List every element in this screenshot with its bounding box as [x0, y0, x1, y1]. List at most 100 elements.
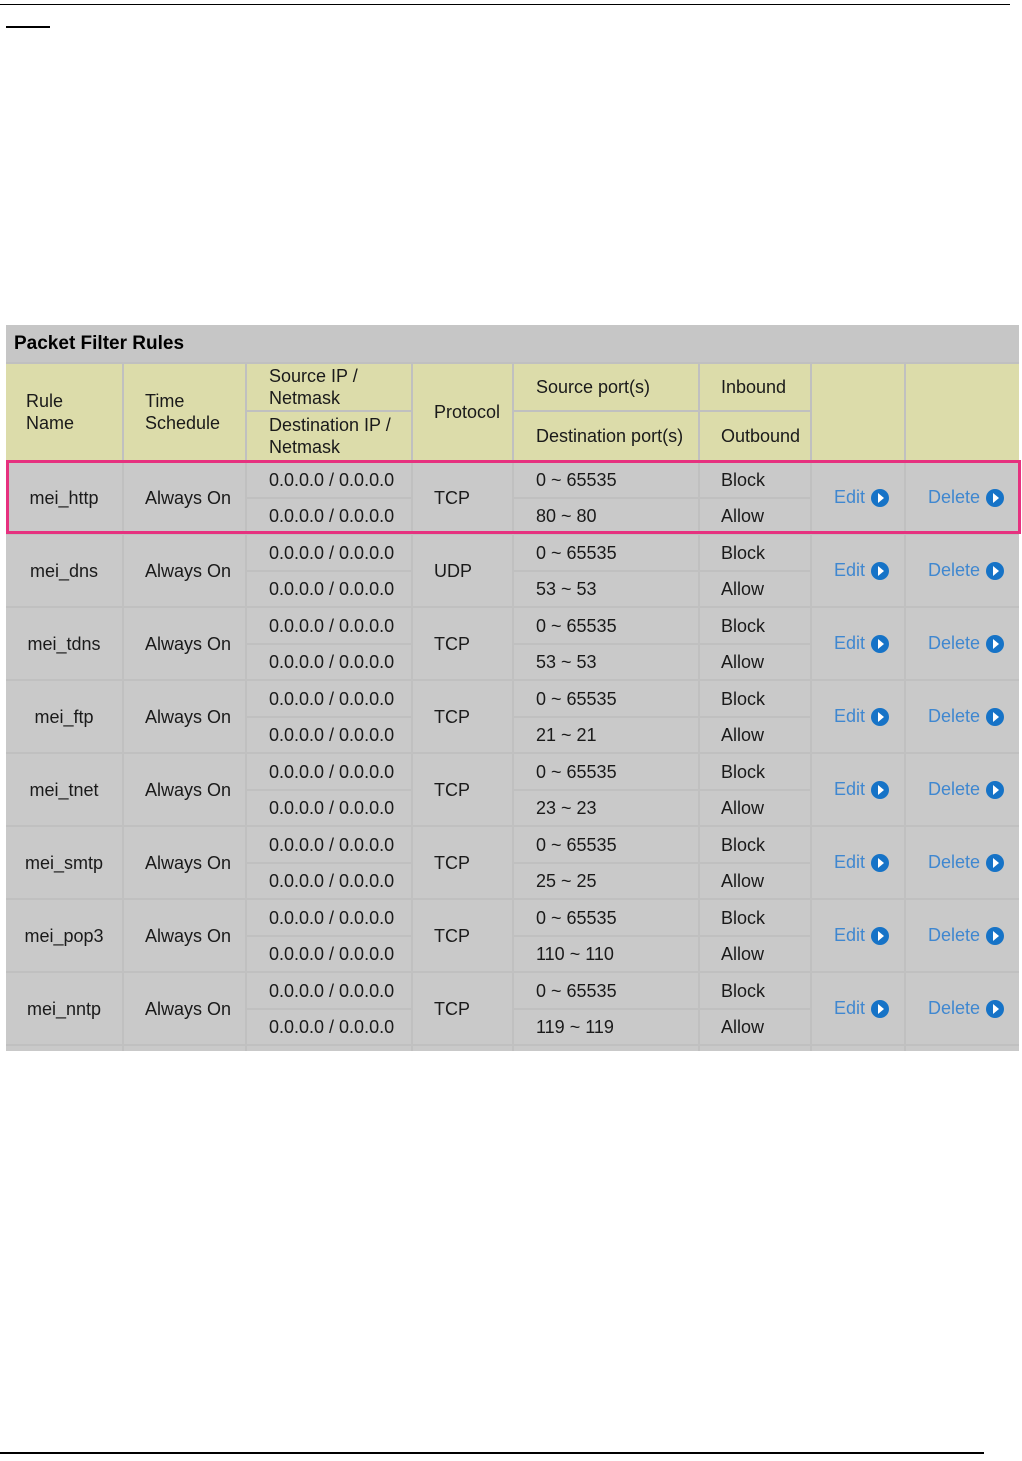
table-row-partial [6, 1046, 122, 1051]
rule-name: mei_tnet [29, 779, 99, 800]
rule-schedule-cell: Always On [124, 754, 245, 825]
header-rule-name-label: Rule Name [26, 391, 75, 433]
rule-edit-cell: Edit [812, 608, 904, 679]
rule-source-ip-cell: 0.0.0.0 / 0.0.0.0 [247, 827, 411, 862]
rule-source-ports-cell: 0 ~ 65535 [514, 462, 698, 497]
edit-button[interactable]: Edit [834, 706, 890, 727]
rule-protocol: TCP [434, 852, 470, 873]
rule-outbound-cell: Allow [700, 718, 810, 752]
rule-protocol: TCP [434, 998, 470, 1019]
rule-destination-ports: 110 ~ 110 [536, 944, 614, 964]
rule-source-ip-cell: 0.0.0.0 / 0.0.0.0 [247, 754, 411, 789]
rule-source-ip: 0.0.0.0 / 0.0.0.0 [269, 834, 395, 855]
arrow-circle-right-icon [986, 853, 1005, 872]
rule-source-ports: 0 ~ 65535 [536, 834, 617, 855]
edit-button[interactable]: Edit [834, 633, 890, 654]
rule-destination-ip-cell: 0.0.0.0 / 0.0.0.0 [247, 864, 411, 898]
header-destination-ip: Destination IP / Netmask [247, 412, 411, 460]
edit-button[interactable]: Edit [834, 560, 890, 581]
edit-button[interactable]: Edit [834, 487, 890, 508]
rule-schedule: Always On [145, 706, 232, 727]
rule-destination-ip-cell: 0.0.0.0 / 0.0.0.0 [247, 499, 411, 533]
rule-schedule: Always On [145, 852, 232, 873]
rule-edit-cell: Edit [812, 462, 904, 533]
panel-title: Packet Filter Rules [6, 325, 1019, 362]
header-source-ip-label: Source IP / Netmask [269, 366, 358, 408]
rule-protocol-cell: TCP [413, 681, 512, 752]
rule-outbound-action: Allow [721, 725, 765, 745]
arrow-circle-right-icon [986, 999, 1005, 1018]
rule-source-ports-cell: 0 ~ 65535 [514, 608, 698, 643]
header-destination-ports: Destination port(s) [514, 412, 698, 460]
rule-destination-ports: 119 ~ 119 [536, 1017, 614, 1037]
rule-name: mei_tdns [27, 633, 101, 654]
header-delete [906, 364, 1019, 460]
arrow-circle-right-icon [986, 780, 1005, 799]
rule-source-ports-cell: 0 ~ 65535 [514, 827, 698, 862]
rule-name-cell: mei_pop3 [6, 900, 122, 971]
edit-button[interactable]: Edit [834, 925, 890, 946]
delete-button[interactable]: Delete [928, 998, 1005, 1019]
rule-edit-cell: Edit [812, 535, 904, 606]
rule-destination-ports: 53 ~ 53 [536, 579, 597, 599]
rule-source-ip: 0.0.0.0 / 0.0.0.0 [269, 688, 395, 709]
delete-button[interactable]: Delete [928, 487, 1005, 508]
delete-button[interactable]: Delete [928, 706, 1005, 727]
table-row-partial [906, 1046, 1019, 1051]
rule-schedule-cell: Always On [124, 900, 245, 971]
delete-button[interactable]: Delete [928, 779, 1005, 800]
rule-edit-cell: Edit [812, 900, 904, 971]
delete-button[interactable]: Delete [928, 633, 1005, 654]
edit-button[interactable]: Edit [834, 998, 890, 1019]
header-outbound-label: Outbound [721, 426, 801, 446]
rule-name: mei_dns [29, 560, 99, 581]
rule-source-ip: 0.0.0.0 / 0.0.0.0 [269, 980, 395, 1001]
delete-button[interactable]: Delete [928, 925, 1005, 946]
edit-label: Edit [834, 633, 866, 653]
top-rule [0, 4, 1010, 5]
rule-name-cell: mei_http [6, 462, 122, 533]
rule-name-cell: mei_smtp [6, 827, 122, 898]
arrow-circle-right-icon [986, 634, 1005, 653]
delete-button[interactable]: Delete [928, 852, 1005, 873]
arrow-circle-right-icon [871, 634, 890, 653]
rule-protocol-cell: TCP [413, 973, 512, 1044]
edit-label: Edit [834, 998, 866, 1018]
arrow-circle-right-icon [986, 707, 1005, 726]
rule-delete-cell: Delete [906, 973, 1019, 1044]
header-inbound-label: Inbound [721, 377, 787, 397]
rule-protocol-cell: TCP [413, 827, 512, 898]
rule-schedule: Always On [145, 487, 232, 508]
rule-source-ip: 0.0.0.0 / 0.0.0.0 [269, 761, 395, 782]
delete-label: Delete [928, 852, 981, 872]
arrow-circle-right-icon [986, 926, 1005, 945]
rule-inbound-action: Block [721, 761, 766, 782]
rule-source-ip-cell: 0.0.0.0 / 0.0.0.0 [247, 973, 411, 1008]
rule-protocol: TCP [434, 779, 470, 800]
rule-schedule-cell: Always On [124, 973, 245, 1044]
rule-schedule-cell: Always On [124, 535, 245, 606]
rule-edit-cell: Edit [812, 973, 904, 1044]
rule-inbound-action: Block [721, 907, 766, 928]
rule-inbound-cell: Block [700, 827, 810, 862]
edit-label: Edit [834, 779, 866, 799]
edit-label: Edit [834, 706, 866, 726]
rule-schedule-cell: Always On [124, 827, 245, 898]
rule-source-ports-cell: 0 ~ 65535 [514, 900, 698, 935]
rule-destination-ports: 21 ~ 21 [536, 725, 597, 745]
rule-source-ip-cell: 0.0.0.0 / 0.0.0.0 [247, 608, 411, 643]
delete-button[interactable]: Delete [928, 560, 1005, 581]
rule-schedule-cell: Always On [124, 462, 245, 533]
rule-destination-ip: 0.0.0.0 / 0.0.0.0 [269, 652, 395, 672]
edit-label: Edit [834, 560, 866, 580]
rule-destination-ip-cell: 0.0.0.0 / 0.0.0.0 [247, 937, 411, 971]
rule-inbound-cell: Block [700, 900, 810, 935]
rule-protocol: TCP [434, 487, 470, 508]
edit-button[interactable]: Edit [834, 779, 890, 800]
table-row-partial [124, 1046, 245, 1051]
rule-destination-ports: 25 ~ 25 [536, 871, 597, 891]
header-protocol-label: Protocol [434, 402, 501, 422]
rule-destination-ports-cell: 53 ~ 53 [514, 572, 698, 606]
edit-button[interactable]: Edit [834, 852, 890, 873]
rule-destination-ip: 0.0.0.0 / 0.0.0.0 [269, 725, 395, 745]
